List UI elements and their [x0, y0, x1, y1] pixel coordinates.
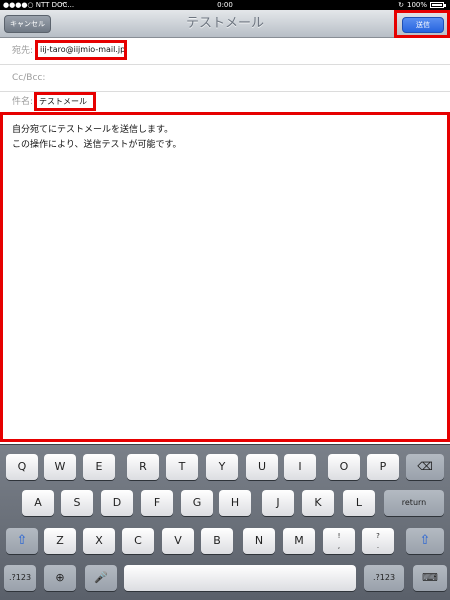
battery-percent: 100%: [406, 1, 427, 9]
compose-nav-bar: テストメール キャンセル 送信: [0, 10, 450, 38]
body-line-1: 自分宛てにテストメールを送信します。: [12, 125, 174, 135]
key-y[interactable]: Y: [206, 454, 238, 480]
onscreen-keyboard: Q W E R T Y U I O P ⌫ A S D F G H J K L …: [0, 444, 450, 600]
ccbcc-field-row[interactable]: Cc/Bcc:: [0, 65, 450, 92]
numbers-key-right[interactable]: .?123: [364, 565, 404, 591]
key-t[interactable]: T: [166, 454, 198, 480]
key-period-label: .: [376, 542, 380, 550]
key-exclaim-label: !: [337, 532, 341, 540]
numbers-key-left[interactable]: .?123: [4, 565, 36, 591]
key-f[interactable]: F: [141, 490, 173, 516]
key-question-label: ?: [376, 532, 380, 540]
key-l[interactable]: L: [343, 490, 375, 516]
send-button[interactable]: 送信: [402, 17, 444, 33]
key-o[interactable]: O: [328, 454, 360, 480]
subject-field-row[interactable]: 件名: テストメール: [0, 92, 450, 112]
delete-key[interactable]: ⌫: [406, 454, 444, 480]
shift-key-left[interactable]: ⇧: [6, 528, 38, 554]
key-m[interactable]: M: [283, 528, 315, 554]
key-k[interactable]: K: [302, 490, 334, 516]
body-line-2: この操作により、送信テストが可能です。: [12, 140, 182, 150]
shift-icon: ⇧: [419, 533, 431, 548]
send-button-highlight: 送信: [394, 10, 450, 38]
dictation-key[interactable]: 🎤: [85, 565, 117, 591]
shift-icon: ⇧: [16, 533, 28, 548]
return-key[interactable]: return: [384, 490, 444, 516]
key-z[interactable]: Z: [44, 528, 76, 554]
key-h[interactable]: H: [219, 490, 251, 516]
page-title: テストメール: [185, 16, 264, 31]
keyboard-dismiss-icon: ⌨: [422, 571, 438, 584]
space-bar[interactable]: [124, 565, 356, 591]
to-field[interactable]: iij-taro@iijmio-mail.jp: [35, 40, 127, 60]
clock: 0:00: [217, 1, 233, 9]
key-comma-label: ,: [337, 542, 341, 550]
key-a[interactable]: A: [22, 490, 54, 516]
key-c[interactable]: C: [122, 528, 154, 554]
key-i[interactable]: I: [284, 454, 316, 480]
key-w[interactable]: W: [44, 454, 76, 480]
backspace-icon: ⌫: [417, 460, 433, 473]
shift-key-right[interactable]: ⇧: [406, 528, 444, 554]
key-u[interactable]: U: [246, 454, 278, 480]
key-g[interactable]: G: [181, 490, 213, 516]
subject-field[interactable]: テストメール: [34, 92, 96, 111]
key-d[interactable]: D: [101, 490, 133, 516]
key-e[interactable]: E: [83, 454, 115, 480]
key-question-period[interactable]: ? .: [362, 528, 394, 554]
key-v[interactable]: V: [162, 528, 194, 554]
hide-keyboard-key[interactable]: ⌨: [413, 565, 447, 591]
to-field-row[interactable]: 宛先: iij-taro@iijmio-mail.jp: [0, 38, 450, 65]
to-label: 宛先:: [12, 46, 34, 56]
globe-key[interactable]: ⊕: [44, 565, 76, 591]
key-r[interactable]: R: [127, 454, 159, 480]
key-exclaim-comma[interactable]: ! ,: [323, 528, 355, 554]
cancel-button[interactable]: キャンセル: [4, 15, 51, 33]
key-x[interactable]: X: [83, 528, 115, 554]
key-q[interactable]: Q: [6, 454, 38, 480]
status-bar: ●●●●○ NTT DOC... ◠ 0:00 ↻ 100%: [0, 0, 450, 10]
globe-icon: ⊕: [55, 571, 65, 584]
ccbcc-label: Cc/Bcc:: [12, 73, 46, 83]
key-b[interactable]: B: [201, 528, 233, 554]
key-s[interactable]: S: [61, 490, 93, 516]
key-n[interactable]: N: [243, 528, 275, 554]
message-body[interactable]: 自分宛てにテストメールを送信します。 この操作により、送信テストが可能です。: [0, 112, 450, 442]
key-j[interactable]: J: [262, 490, 294, 516]
battery-status: ↻ 100%: [398, 0, 446, 10]
battery-icon: [430, 2, 444, 8]
key-p[interactable]: P: [367, 454, 399, 480]
subject-label: 件名:: [12, 97, 34, 107]
lock-rotation-icon: ↻: [398, 1, 404, 9]
microphone-icon: 🎤: [94, 571, 108, 584]
